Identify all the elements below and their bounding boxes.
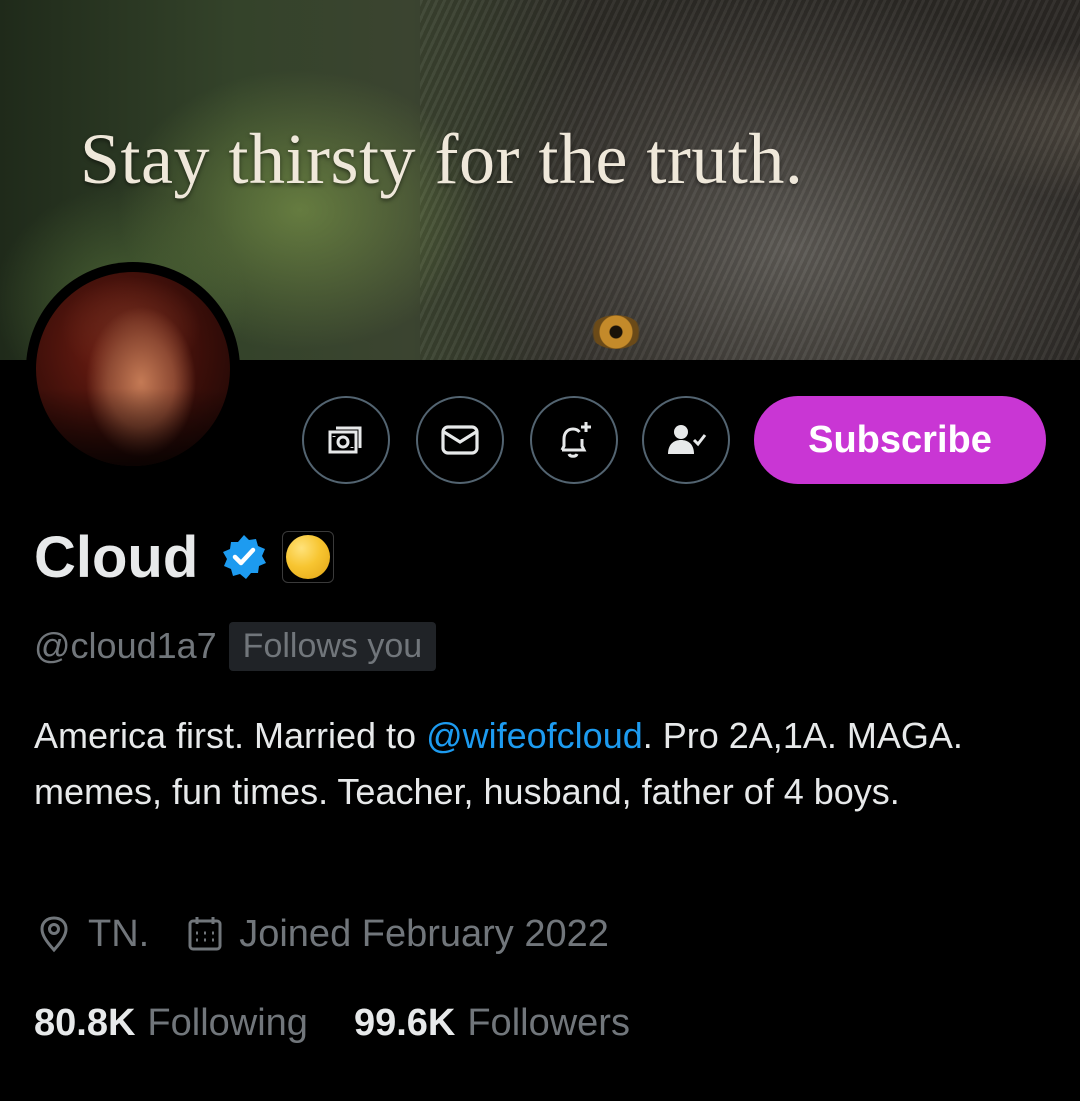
avatar[interactable] [26, 262, 240, 476]
following-count: 80.8K [34, 1001, 136, 1044]
banner-tagline: Stay thirsty for the truth. [80, 119, 804, 199]
following-button[interactable] [642, 396, 730, 484]
following-link[interactable]: 80.8K Following [34, 1002, 308, 1045]
followers-link[interactable]: 99.6K Followers [354, 1002, 630, 1045]
money-icon [328, 426, 362, 454]
bell-plus-icon [560, 422, 591, 458]
tip-button[interactable] [302, 396, 390, 484]
notify-button[interactable] [530, 396, 618, 484]
location-pin-icon [40, 916, 68, 953]
location-item: TN. [34, 913, 149, 956]
location-text: TN. [88, 912, 150, 955]
subscribe-button[interactable]: Subscribe [754, 396, 1046, 484]
affiliate-badge[interactable] [282, 531, 335, 583]
avatar-image [36, 272, 230, 466]
person-check-icon [668, 425, 707, 454]
coin-icon [286, 535, 331, 579]
handle-row: @cloud1a7 Follows you [34, 621, 437, 671]
follows-you-badge: Follows you [228, 621, 437, 671]
joined-item: Joined February 2022 [185, 913, 609, 956]
verified-badge-icon[interactable] [220, 533, 268, 581]
followers-label: Followers [467, 1001, 630, 1044]
profile-stats: 80.8K Following 99.6K Followers [34, 996, 630, 1050]
following-label: Following [147, 1001, 308, 1044]
banner-wolf-eye [590, 315, 642, 349]
calendar-icon [188, 917, 222, 951]
followers-count: 99.6K [353, 1001, 456, 1044]
bio-text-start: America first. Married to [34, 715, 427, 756]
joined-text: Joined February 2022 [239, 912, 609, 955]
bio-mention-link[interactable]: @wifeofcloud [426, 715, 643, 756]
profile-name: Cloud [34, 524, 199, 590]
profile-bio: America first. Married to @wifeofcloud. … [34, 708, 1044, 820]
message-button[interactable] [416, 396, 504, 484]
profile-handle: @cloud1a7 [34, 625, 217, 666]
profile-meta: TN. Joined February 2022 [34, 908, 609, 960]
envelope-icon [441, 425, 479, 455]
profile-name-row: Cloud [34, 522, 335, 592]
